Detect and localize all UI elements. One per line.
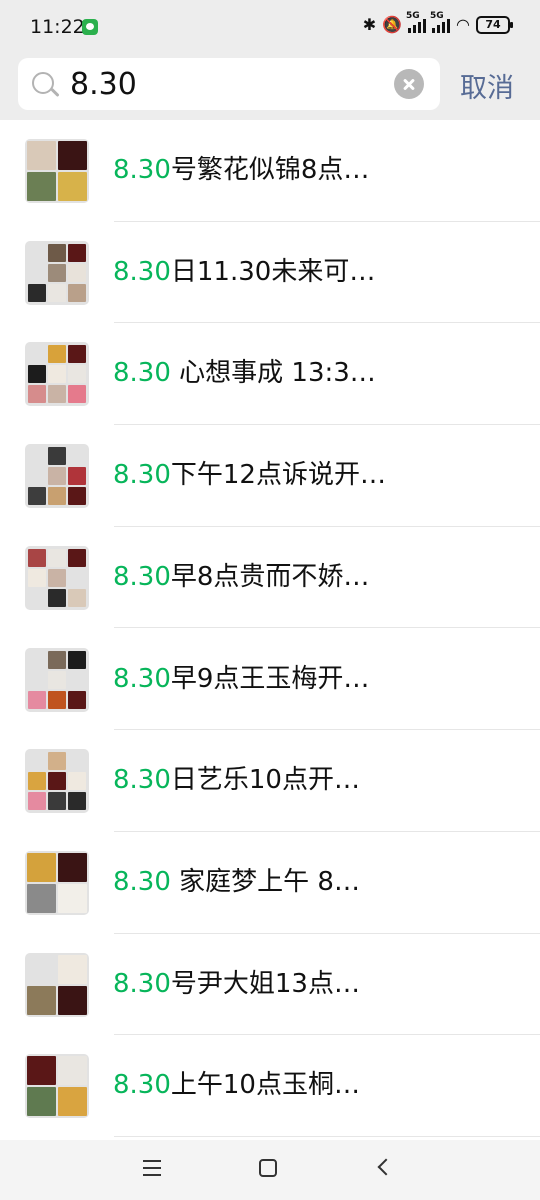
group-avatar bbox=[25, 545, 89, 610]
result-title: 8.30上午10点玉桐… bbox=[113, 1070, 360, 1101]
group-avatar bbox=[25, 850, 89, 915]
result-title: 8.30号繁花似锦8点… bbox=[113, 155, 370, 185]
result-title: 8.30日艺乐10点开… bbox=[113, 765, 360, 796]
search-box[interactable] bbox=[18, 58, 440, 110]
result-title: 8.30号尹大姐13点… bbox=[113, 968, 360, 999]
result-item[interactable]: 8.30日艺乐10点开… bbox=[0, 730, 540, 832]
result-title: 8.30 心想事成 13:3… bbox=[113, 358, 376, 389]
result-title: 8.30日11.30未来可… bbox=[113, 256, 376, 287]
signal-icon-2: 5G bbox=[430, 11, 451, 33]
group-avatar bbox=[25, 240, 89, 305]
group-avatar bbox=[25, 1054, 89, 1119]
group-avatar bbox=[25, 749, 89, 814]
result-title: 8.30 家庭梦上午 8… bbox=[113, 866, 360, 897]
home-icon[interactable] bbox=[259, 1159, 277, 1177]
result-title: 8.30早8点贵而不娇… bbox=[113, 561, 370, 592]
status-icons: ✱ 🔕 5G 5G ◠ 74 bbox=[362, 11, 513, 36]
result-item[interactable]: 8.30号尹大姐13点… bbox=[0, 933, 540, 1036]
result-item[interactable]: 8.30日11.30未来可… bbox=[0, 221, 540, 324]
bluetooth-icon: ✱ bbox=[362, 15, 377, 34]
status-time: 11:22 bbox=[30, 16, 85, 38]
search-header: 取消 bbox=[0, 56, 540, 122]
result-item[interactable]: 8.30号繁花似锦8点… bbox=[0, 120, 540, 222]
result-item[interactable]: 8.30 家庭梦上午 8… bbox=[0, 831, 540, 934]
result-item[interactable]: 8.30早8点贵而不娇… bbox=[0, 526, 540, 629]
search-input[interactable] bbox=[70, 58, 390, 110]
mute-bell-icon: 🔕 bbox=[382, 15, 403, 34]
result-item[interactable]: 8.30早9点王玉梅开… bbox=[0, 628, 540, 731]
result-title: 8.30早9点王玉梅开… bbox=[113, 663, 370, 694]
group-avatar bbox=[25, 647, 89, 712]
group-avatar bbox=[25, 952, 89, 1017]
back-icon[interactable] bbox=[377, 1158, 395, 1176]
result-item[interactable]: 8.30上午10点玉桐… bbox=[0, 1035, 540, 1137]
group-avatar bbox=[25, 342, 89, 407]
network-label-2: 5G bbox=[430, 11, 444, 21]
result-item[interactable]: 8.30 心想事成 13:3… bbox=[0, 323, 540, 426]
wifi-icon: ◠ bbox=[456, 15, 470, 34]
battery-icon: 74 bbox=[476, 16, 513, 34]
network-label-1: 5G bbox=[406, 11, 420, 21]
wechat-notification-icon bbox=[82, 19, 98, 35]
cancel-button[interactable]: 取消 bbox=[460, 66, 514, 105]
clear-search-icon[interactable] bbox=[394, 69, 424, 99]
search-icon bbox=[32, 72, 54, 94]
signal-icon-1: 5G bbox=[406, 11, 427, 33]
system-nav-bar bbox=[0, 1140, 540, 1200]
menu-icon[interactable] bbox=[143, 1160, 161, 1176]
group-avatar bbox=[25, 139, 89, 203]
result-item[interactable]: 8.30下午12点诉说开… bbox=[0, 425, 540, 527]
search-results-list: 8.30号繁花似锦8点… 8.30日11.30未来可… 8.30 心想事成 13… bbox=[0, 120, 540, 1140]
divider bbox=[114, 1135, 540, 1137]
status-bar: 11:22 ✱ 🔕 5G 5G ◠ 74 bbox=[0, 0, 540, 56]
group-avatar bbox=[25, 444, 89, 509]
result-title: 8.30下午12点诉说开… bbox=[113, 460, 386, 491]
